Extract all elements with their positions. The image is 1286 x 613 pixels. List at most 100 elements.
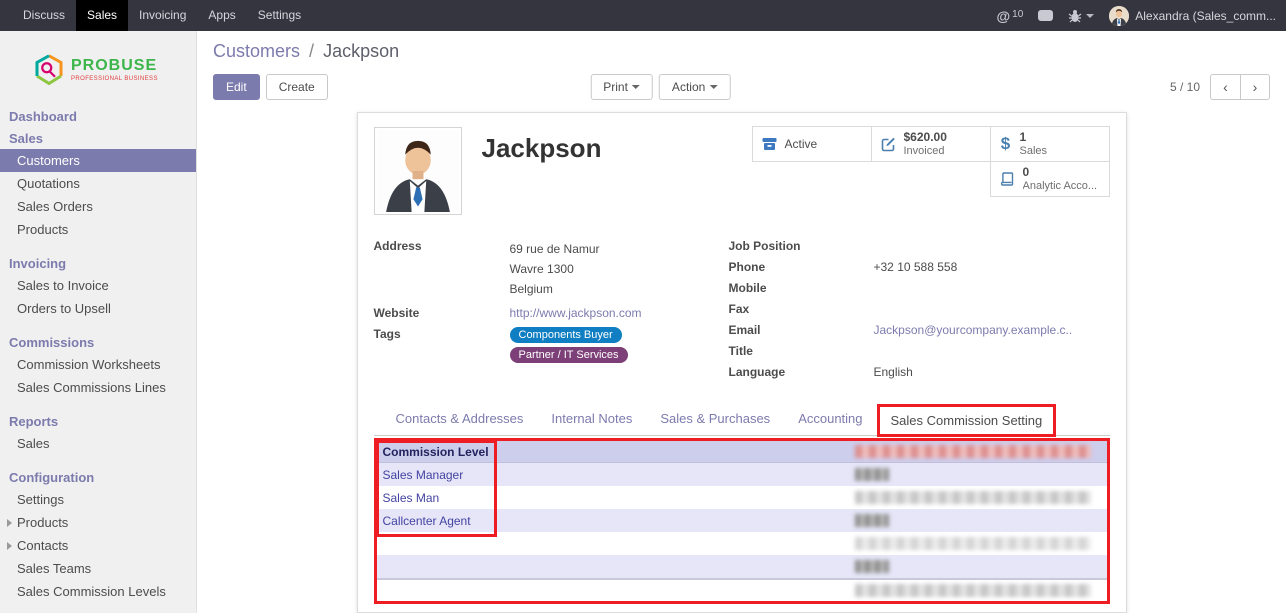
tab-sales-commission-setting[interactable]: Sales Commission Setting (877, 404, 1057, 437)
book-icon (999, 171, 1016, 187)
notebook-tabs: Contacts & Addresses Internal Notes Sale… (374, 402, 1110, 436)
active-toggle-button[interactable]: Active (752, 126, 872, 162)
sidebar-item-sales-orders[interactable]: Sales Orders (0, 195, 196, 218)
probuse-logo-text: PROBUSE PROFESSIONAL BUSINESS (71, 58, 158, 82)
email-link[interactable]: Jackpson@yourcompany.example.c.. (874, 323, 1073, 337)
probuse-logo[interactable]: PROBUSE PROFESSIONAL BUSINESS (0, 31, 196, 105)
field-job-position: Job Position (729, 239, 1110, 253)
invoiced-stat-button[interactable]: $620.00 Invoiced (871, 126, 991, 162)
sidebar-item-customers[interactable]: Customers (0, 149, 196, 172)
field-email: Email Jackpson@yourcompany.example.c.. (729, 323, 1110, 337)
chat-icon[interactable] (1038, 10, 1053, 21)
analytic-count-value: 0 (1023, 165, 1098, 180)
fax-label: Fax (729, 302, 874, 316)
sidebar-item-label: Contacts (17, 538, 68, 553)
breadcrumb-separator: / (309, 41, 314, 61)
sidebar-item-sales-commissions-lines[interactable]: Sales Commissions Lines (0, 376, 196, 399)
main-area: Customers / Jackpson Edit Create Print A… (197, 31, 1286, 613)
control-panel: Customers / Jackpson Edit Create Print A… (197, 31, 1286, 108)
sales-stat-button[interactable]: $ 1 Sales (990, 126, 1110, 162)
pager-next-button[interactable]: › (1240, 74, 1270, 100)
analytic-count-label: Analytic Acco... (1023, 180, 1098, 194)
mentions-button[interactable]: @ 10 (996, 8, 1023, 24)
edit-invoice-icon (880, 136, 897, 152)
active-label: Active (785, 137, 818, 151)
address-line-2: Wavre 1300 (510, 259, 600, 279)
table-row-sales-man[interactable]: Sales Man (377, 486, 1107, 509)
sidebar-section-invoicing[interactable]: Invoicing (0, 252, 196, 274)
breadcrumb-customers[interactable]: Customers (213, 41, 300, 61)
redacted-value (855, 514, 889, 527)
address-label: Address (374, 239, 510, 299)
pager-previous-button[interactable]: ‹ (1210, 74, 1240, 100)
debug-menu[interactable] (1068, 9, 1094, 23)
tab-contacts-addresses[interactable]: Contacts & Addresses (382, 402, 538, 435)
table-header-row: Commission Level (377, 441, 1107, 463)
title-label: Title (729, 344, 874, 358)
address-value: 69 rue de Namur Wavre 1300 Belgium (510, 239, 600, 299)
edit-button[interactable]: Edit (213, 74, 260, 100)
sidebar-item-label: Products (17, 515, 68, 530)
tab-accounting[interactable]: Accounting (784, 402, 876, 435)
table-row-sales-manager[interactable]: Sales Manager (377, 463, 1107, 486)
sidebar-item-sales-to-invoice[interactable]: Sales to Invoice (0, 274, 196, 297)
commission-level-cell: Sales Man (377, 491, 855, 505)
sidebar-item-sales-commission-levels[interactable]: Sales Commission Levels (0, 580, 196, 603)
field-tags: Tags Components Buyer Partner / IT Servi… (374, 327, 729, 363)
action-button[interactable]: Action (659, 74, 730, 100)
website-label: Website (374, 306, 510, 320)
sidebar-section-configuration[interactable]: Configuration (0, 466, 196, 488)
sidebar-item-config-contacts[interactable]: Contacts (0, 534, 196, 557)
logo-subtitle: PROFESSIONAL BUSINESS (71, 76, 158, 82)
menu-discuss[interactable]: Discuss (12, 0, 76, 31)
sidebar-item-config-products[interactable]: Products (0, 511, 196, 534)
field-address: Address 69 rue de Namur Wavre 1300 Belgi… (374, 239, 729, 299)
user-menu[interactable]: Alexandra (Sales_comm... (1109, 6, 1276, 26)
sidebar-item-settings[interactable]: Settings (0, 488, 196, 511)
commission-level-header[interactable]: Commission Level (377, 445, 855, 459)
menu-settings[interactable]: Settings (247, 0, 312, 31)
sidebar-item-commission-worksheets[interactable]: Commission Worksheets (0, 353, 196, 376)
menu-invoicing[interactable]: Invoicing (128, 0, 197, 31)
sidebar-section-sales[interactable]: Sales (0, 127, 196, 149)
commission-level-cell: Callcenter Agent (377, 514, 855, 528)
table-row-callcenter-agent[interactable]: Callcenter Agent (377, 509, 1107, 532)
sidebar-item-reports-sales[interactable]: Sales (0, 432, 196, 455)
table-empty-row (377, 555, 1107, 578)
tag-components-buyer[interactable]: Components Buyer (510, 327, 622, 343)
tab-internal-notes[interactable]: Internal Notes (537, 402, 646, 435)
sidebar-item-orders-to-upsell[interactable]: Orders to Upsell (0, 297, 196, 320)
archive-icon (761, 136, 778, 152)
tag-partner-it-services[interactable]: Partner / IT Services (510, 347, 628, 363)
tab-sales-purchases[interactable]: Sales & Purchases (646, 402, 784, 435)
sidebar-section-reports[interactable]: Reports (0, 410, 196, 432)
sidebar-item-quotations[interactable]: Quotations (0, 172, 196, 195)
avatar (1109, 6, 1129, 26)
analytic-accounts-stat-button[interactable]: 0 Analytic Acco... (990, 161, 1110, 197)
address-line-1: 69 rue de Namur (510, 239, 600, 259)
invoiced-label: Invoiced (904, 145, 947, 159)
sidebar: PROBUSE PROFESSIONAL BUSINESS Dashboard … (0, 31, 197, 613)
caret-right-icon (7, 519, 12, 527)
pager: 5 / 10 ‹ › (1170, 74, 1270, 100)
menu-sales[interactable]: Sales (76, 0, 128, 31)
website-link[interactable]: http://www.jackpson.com (510, 306, 642, 320)
logo-title: PROBUSE (71, 58, 158, 74)
action-label: Action (672, 80, 705, 94)
sidebar-section-commissions[interactable]: Commissions (0, 331, 196, 353)
stat-button-box: Active $620.00 Invoiced $ (753, 127, 1110, 215)
create-button[interactable]: Create (266, 74, 328, 100)
sheet-header: Jackpson Active $620.00 Invoiced (374, 127, 1110, 215)
print-button[interactable]: Print (590, 74, 653, 100)
pager-count: 5 / 10 (1170, 80, 1200, 94)
sidebar-item-sales-teams[interactable]: Sales Teams (0, 557, 196, 580)
field-mobile: Mobile (729, 281, 1110, 295)
sidebar-item-products[interactable]: Products (0, 218, 196, 241)
field-groups: Address 69 rue de Namur Wavre 1300 Belgi… (374, 239, 1110, 386)
menu-apps[interactable]: Apps (197, 0, 246, 31)
tags-label: Tags (374, 327, 510, 363)
sales-count-label: Sales (1020, 145, 1048, 159)
user-name: Alexandra (Sales_comm... (1135, 9, 1276, 23)
sidebar-item-dashboard[interactable]: Dashboard (0, 105, 196, 127)
probuse-logo-icon (34, 53, 64, 87)
